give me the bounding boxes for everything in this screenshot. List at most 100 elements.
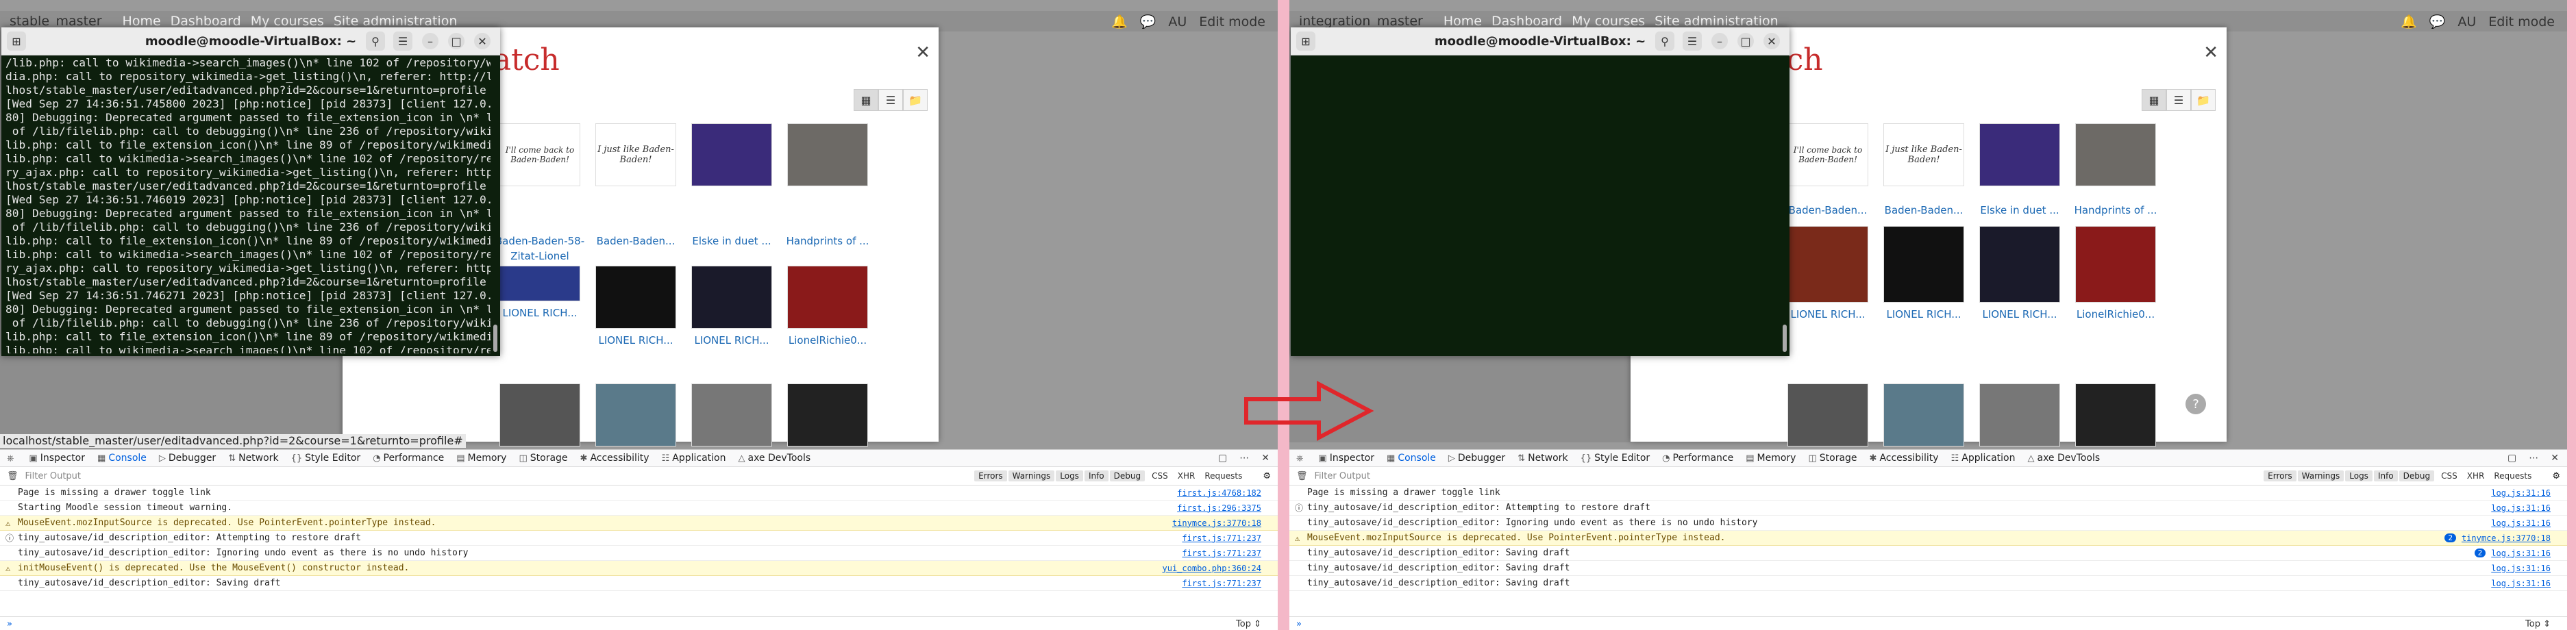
file-tile[interactable]: Handprints of ... bbox=[2068, 199, 2164, 218]
close-icon[interactable]: ✕ bbox=[474, 33, 491, 49]
file-tile[interactable]: LIONEL RICH... bbox=[1972, 226, 2068, 322]
context-selector[interactable]: Top ⇕ bbox=[2525, 619, 2551, 629]
nav-home[interactable]: Home bbox=[123, 14, 161, 29]
user-avatar[interactable]: AU bbox=[1168, 14, 1187, 29]
file-tile[interactable]: I'll come back to Baden-Baden! bbox=[492, 123, 588, 186]
nav-home[interactable]: Home bbox=[1444, 14, 1482, 29]
file-tile[interactable]: Handprints of ... bbox=[780, 229, 876, 249]
filter-xhr[interactable]: XHR bbox=[1178, 471, 1196, 481]
file-caption[interactable]: Elske in duet ... bbox=[1972, 203, 2068, 218]
file-tile[interactable] bbox=[1780, 383, 1876, 446]
file-tile[interactable]: LIONEL RICH... bbox=[492, 266, 588, 320]
log-row[interactable]: Page is missing a drawer toggle link firs… bbox=[0, 486, 1278, 501]
log-source-link[interactable]: first.js:771:237 bbox=[1182, 549, 1261, 558]
tab-network[interactable]: ⇅ Network bbox=[1518, 453, 1568, 464]
tab-application[interactable]: ☷ Application bbox=[1951, 453, 2016, 464]
filter-requests[interactable]: Requests bbox=[2494, 471, 2531, 481]
file-tile[interactable]: I'll come back to Baden-Baden! bbox=[1780, 123, 1876, 186]
file-tile[interactable] bbox=[1876, 383, 1972, 446]
pick-element-icon[interactable]: ⎈ bbox=[7, 453, 16, 464]
file-caption[interactable]: LionelRichie0... bbox=[2068, 307, 2164, 322]
nav-dashboard[interactable]: Dashboard bbox=[171, 14, 241, 29]
tab-accessibility[interactable]: ✱ Accessibility bbox=[580, 453, 649, 464]
log-source-link[interactable]: log.js:31:16 bbox=[2491, 503, 2551, 513]
nav-site-admin[interactable]: Site administration bbox=[1655, 14, 1779, 29]
edit-mode-toggle[interactable]: Edit mode bbox=[1199, 14, 1265, 29]
tab-axe[interactable]: △ axe DevTools bbox=[2027, 453, 2100, 464]
log-row-warning[interactable]: ⚠ MouseEvent.mozInputSource is deprecated… bbox=[1289, 531, 2567, 546]
file-caption[interactable]: LIONEL RICH... bbox=[1876, 307, 1972, 322]
edit-mode-toggle[interactable]: Edit mode bbox=[2488, 14, 2555, 29]
filter-logs[interactable]: Logs bbox=[1056, 470, 1083, 481]
tab-console[interactable]: ▦ Console bbox=[97, 453, 147, 464]
filter-requests[interactable]: Requests bbox=[1204, 471, 1242, 481]
file-tile[interactable]: Elske in duet ... bbox=[1972, 199, 2068, 218]
filter-errors[interactable]: Errors bbox=[974, 470, 1007, 481]
file-caption[interactable]: LIONEL RICH... bbox=[684, 333, 780, 348]
more-icon[interactable]: ⋯ bbox=[2529, 453, 2538, 464]
nav-site-admin[interactable]: Site administration bbox=[334, 14, 458, 29]
log-row[interactable]: tiny_autosave/id_description_editor: Sav… bbox=[0, 576, 1278, 591]
tab-style-editor[interactable]: {} Style Editor bbox=[291, 453, 361, 464]
file-caption[interactable]: LIONEL RICH... bbox=[1780, 307, 1876, 322]
log-row-warning[interactable]: ⚠ initMouseEvent() is deprecated. Use the… bbox=[0, 561, 1278, 576]
file-caption[interactable]: LIONEL RICH... bbox=[588, 333, 684, 348]
file-tile[interactable]: LionelRichie0... bbox=[780, 266, 876, 348]
site-name[interactable]: integration_master bbox=[1299, 14, 1423, 29]
bell-icon[interactable]: 🔔 bbox=[2401, 14, 2417, 29]
log-source-link[interactable]: first.js:4768:182 bbox=[1177, 488, 1261, 498]
filter-debug[interactable]: Debug bbox=[2399, 470, 2435, 481]
file-tile[interactable] bbox=[684, 123, 780, 186]
tab-debugger[interactable]: ▷ Debugger bbox=[159, 453, 216, 464]
site-name[interactable]: stable_master bbox=[10, 14, 102, 29]
search-icon[interactable]: ⚲ bbox=[366, 32, 385, 51]
menu-icon[interactable]: ☰ bbox=[1683, 32, 1702, 51]
log-row[interactable]: ⓘ tiny_autosave/id_description_editor: At… bbox=[0, 531, 1278, 546]
gear-icon[interactable]: ⚙ bbox=[2552, 471, 2560, 481]
filter-logs[interactable]: Logs bbox=[2345, 470, 2373, 481]
console-input[interactable]: » Top ⇕ bbox=[0, 616, 1278, 630]
file-tile[interactable] bbox=[1972, 123, 2068, 186]
file-tile[interactable]: LionelRichie0... bbox=[2068, 226, 2164, 322]
filter-css[interactable]: CSS bbox=[1152, 471, 1168, 481]
log-source-link[interactable]: first.js:771:237 bbox=[1182, 533, 1261, 543]
tab-performance[interactable]: ◔ Performance bbox=[1662, 453, 1733, 464]
more-icon[interactable]: ⋯ bbox=[1239, 453, 1249, 464]
filter-errors[interactable]: Errors bbox=[2264, 470, 2296, 481]
filter-input[interactable]: Filter Output bbox=[1315, 471, 1371, 481]
tab-storage[interactable]: ◫ Storage bbox=[519, 453, 567, 464]
filter-debug[interactable]: Debug bbox=[1109, 470, 1145, 481]
search-icon[interactable]: ⚲ bbox=[1655, 32, 1674, 51]
filter-warnings[interactable]: Warnings bbox=[2297, 470, 2344, 481]
close-icon[interactable]: ✕ bbox=[2551, 453, 2559, 464]
file-tile[interactable]: I just like Baden-Baden! bbox=[588, 123, 684, 186]
log-row[interactable]: tiny_autosave/id_description_editor: Ign… bbox=[1289, 516, 2567, 531]
log-source-link[interactable]: first.js:771:237 bbox=[1182, 579, 1261, 588]
file-caption[interactable]: Handprints of ... bbox=[780, 234, 876, 249]
file-tile[interactable] bbox=[2068, 383, 2164, 446]
log-source-link[interactable]: first.js:296:3375 bbox=[1177, 503, 1261, 513]
list-view-icon[interactable]: ☰ bbox=[2166, 89, 2191, 111]
trash-icon[interactable]: 🗑 bbox=[1296, 471, 1308, 481]
dock-icon[interactable]: ▢ bbox=[2507, 453, 2516, 464]
tab-memory[interactable]: ▤ Memory bbox=[1746, 453, 1796, 464]
close-icon[interactable]: ✕ bbox=[1763, 33, 1780, 49]
log-row[interactable]: tiny_autosave/id_description_editor: Ign… bbox=[0, 546, 1278, 561]
tab-console[interactable]: ▦ Console bbox=[1387, 453, 1436, 464]
minimize-icon[interactable]: – bbox=[422, 33, 438, 49]
terminal-output[interactable]: /lib.php: call to wikimedia->search_imag… bbox=[5, 56, 491, 353]
close-icon[interactable]: ✕ bbox=[1261, 453, 1270, 464]
file-tile[interactable]: LIONEL RICH... bbox=[684, 266, 780, 348]
minimize-icon[interactable]: – bbox=[1711, 33, 1728, 49]
log-source-link[interactable]: log.js:31:16 bbox=[2491, 518, 2551, 528]
close-icon[interactable]: ✕ bbox=[2203, 42, 2218, 63]
terminal-scrollbar[interactable] bbox=[1783, 59, 1787, 352]
tab-inspector[interactable]: ▣ Inspector bbox=[29, 453, 85, 464]
list-view-icon[interactable]: ☰ bbox=[878, 89, 903, 111]
filter-input[interactable]: Filter Output bbox=[25, 471, 82, 481]
file-caption[interactable]: LIONEL RICH... bbox=[492, 305, 588, 320]
file-tile[interactable] bbox=[588, 383, 684, 446]
file-caption[interactable]: LIONEL RICH... bbox=[1972, 307, 2068, 322]
dock-icon[interactable]: ▢ bbox=[1218, 453, 1227, 464]
grid-view-icon[interactable]: ▦ bbox=[854, 89, 878, 111]
